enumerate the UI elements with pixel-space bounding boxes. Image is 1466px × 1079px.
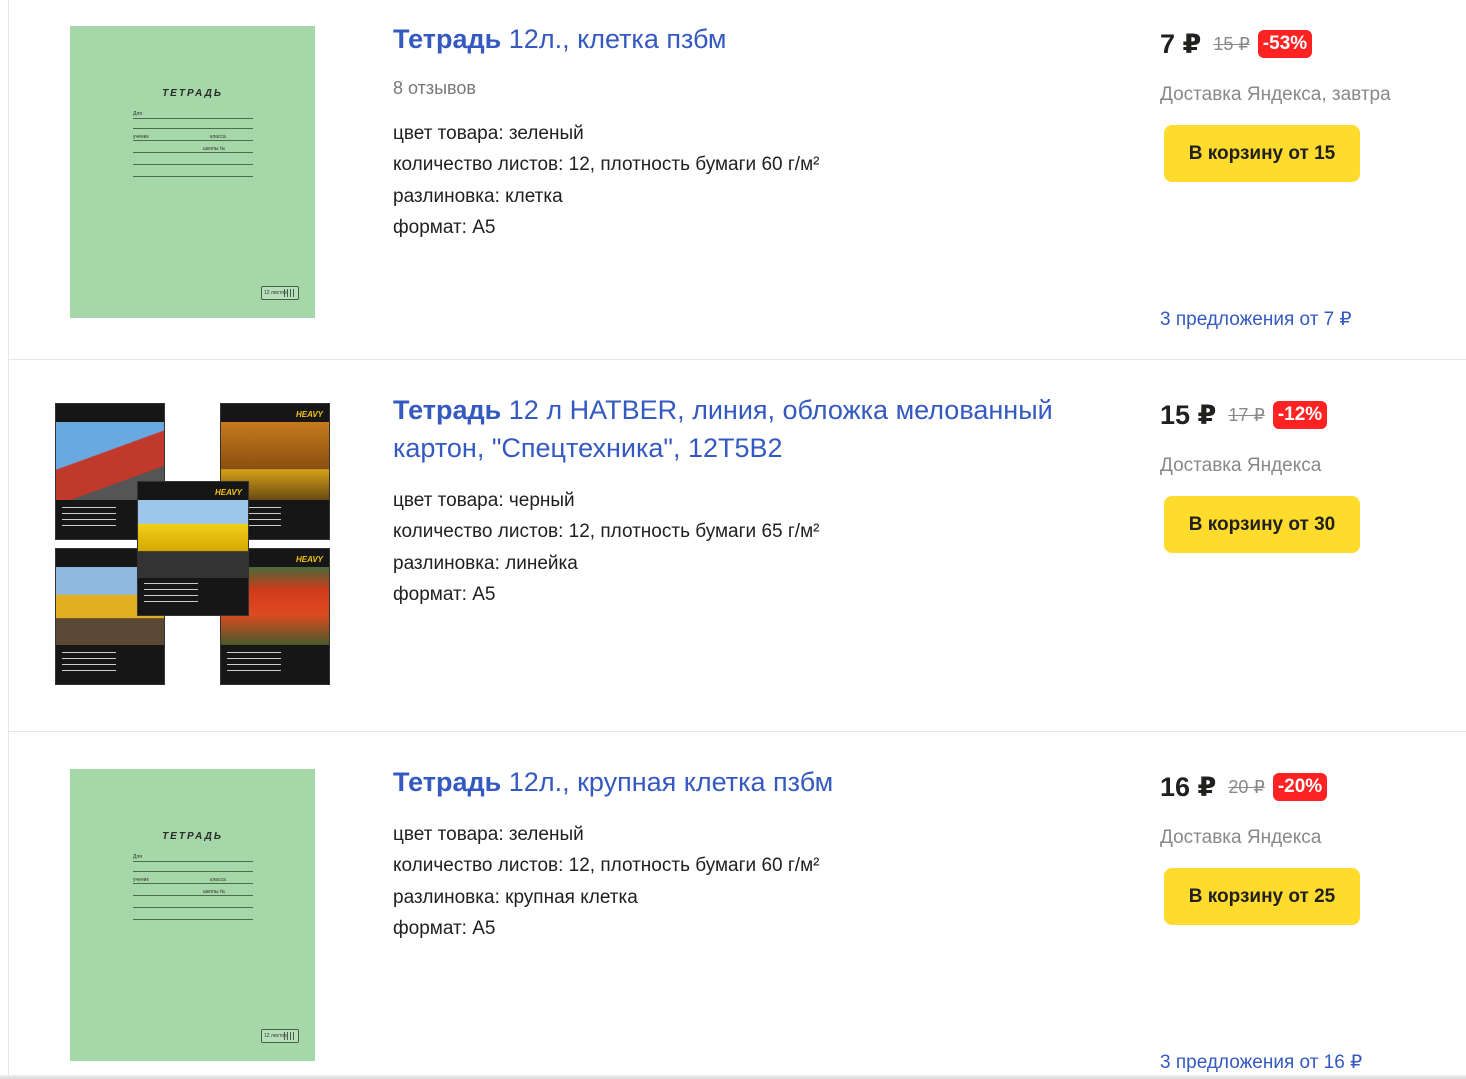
spec-sheets: количество листов: 12, плотность бумаги …: [393, 855, 820, 877]
product-title-rest: 12л., клетка пзбм: [501, 24, 727, 54]
cover-title: ТЕТРАДЬ: [162, 831, 223, 842]
add-to-cart-button[interactable]: В корзину от 30: [1164, 496, 1360, 553]
product-card: HEAVY HEAVY HEAVY Тетрадь 12 л HATBER, л…: [9, 360, 1466, 732]
product-image[interactable]: ТЕТРАДЬ Для ученик класса школы № 12 лис…: [70, 26, 315, 318]
cover-line: [133, 919, 253, 920]
price: 15 ₽: [1160, 399, 1217, 430]
spec-ruling: разлиновка: линейка: [393, 552, 578, 574]
old-price: 20 ₽: [1228, 776, 1265, 797]
discount-badge: -53%: [1257, 30, 1313, 58]
cover-line: [133, 140, 253, 141]
spec-color: цвет товара: зеленый: [393, 123, 584, 144]
spec-ruling: разлиновка: клетка: [393, 185, 563, 207]
product-title-rest: 12л., крупная клетка пзбм: [501, 767, 834, 797]
delivery-info: Доставка Яндекса, завтра: [1160, 84, 1391, 105]
price-row: 7 ₽ 15 ₽ -53%: [1160, 27, 1313, 61]
delivery-info: Доставка Яндекса: [1160, 455, 1322, 476]
cover-line: [133, 883, 253, 884]
product-specs: цвет товара: зеленый количество листов: …: [393, 819, 819, 944]
add-to-cart-button[interactable]: В корзину от 25: [1164, 868, 1360, 925]
product-title-link[interactable]: Тетрадь 12л., клетка пзбм: [393, 20, 726, 58]
spec-sheets: количество листов: 12, плотность бумаги …: [393, 521, 820, 543]
spec-format: формат: А5: [393, 583, 496, 605]
cover-line: [133, 907, 253, 908]
cover-brand: HEAVY: [296, 555, 323, 564]
price-row: 16 ₽ 20 ₽ -20%: [1160, 770, 1328, 804]
spec-format: формат: А5: [393, 216, 496, 238]
old-price: 15 ₽: [1213, 33, 1250, 54]
cover-brand: HEAVY: [296, 410, 323, 419]
product-title-bold: Тетрадь: [393, 767, 502, 797]
cover-brand: HEAVY: [215, 488, 242, 497]
cover-line: [133, 861, 253, 862]
cover-label: Для: [133, 111, 143, 117]
spec-color: цвет товара: черный: [393, 490, 575, 511]
cover-line: [133, 128, 253, 129]
spec-sheets: количество листов: 12, плотность бумаги …: [393, 154, 820, 176]
cover-line: [133, 164, 253, 165]
cover-line: [133, 871, 253, 872]
cover-line: [133, 152, 253, 153]
product-title-bold: Тетрадь: [393, 24, 502, 54]
cover-line: [133, 176, 253, 177]
bottom-scroll-edge: [0, 1075, 1466, 1079]
cover-label: Для: [133, 854, 143, 860]
add-to-cart-button[interactable]: В корзину от 15: [1164, 125, 1360, 182]
product-image[interactable]: ТЕТРАДЬ Для ученик класса школы № 12 лис…: [70, 769, 315, 1061]
delivery-info: Доставка Яндекса: [1160, 827, 1322, 848]
offers-link[interactable]: 3 предложения от 7 ₽: [1160, 308, 1352, 331]
sheets-badge: 12 листов: [261, 1029, 299, 1043]
sheets-badge: 12 листов: [261, 286, 299, 300]
product-specs: цвет товара: черный количество листов: 1…: [393, 485, 819, 610]
discount-badge: -20%: [1272, 773, 1328, 801]
spec-color: цвет товара: зеленый: [393, 824, 584, 845]
product-card: ТЕТРАДЬ Для ученик класса школы № 12 лис…: [9, 732, 1466, 1079]
product-card: ТЕТРАДЬ Для ученик класса школы № 12 лис…: [9, 0, 1466, 360]
spec-ruling: разлиновка: крупная клетка: [393, 886, 638, 908]
spec-format: формат: А5: [393, 917, 496, 939]
discount-badge: -12%: [1272, 401, 1328, 429]
product-title-bold: Тетрадь: [393, 395, 502, 425]
cover-line: [133, 895, 253, 896]
price-row: 15 ₽ 17 ₽ -12%: [1160, 398, 1328, 432]
product-specs: цвет товара: зеленый количество листов: …: [393, 118, 819, 243]
price: 7 ₽: [1160, 28, 1202, 59]
product-title-link[interactable]: Тетрадь 12л., крупная клетка пзбм: [393, 763, 833, 801]
cover-title: ТЕТРАДЬ: [162, 88, 223, 99]
reviews-link[interactable]: 8 отзывов: [393, 78, 476, 99]
product-title-link[interactable]: Тетрадь 12 л HATBER, линия, обложка мело…: [393, 391, 1093, 467]
price: 16 ₽: [1160, 771, 1217, 802]
old-price: 17 ₽: [1228, 404, 1265, 425]
offers-link[interactable]: 3 предложения от 16 ₽: [1160, 1051, 1362, 1074]
cover-line: [133, 118, 253, 119]
cover-mobile-crane: HEAVY: [137, 481, 249, 616]
product-image[interactable]: HEAVY HEAVY HEAVY: [55, 403, 331, 685]
